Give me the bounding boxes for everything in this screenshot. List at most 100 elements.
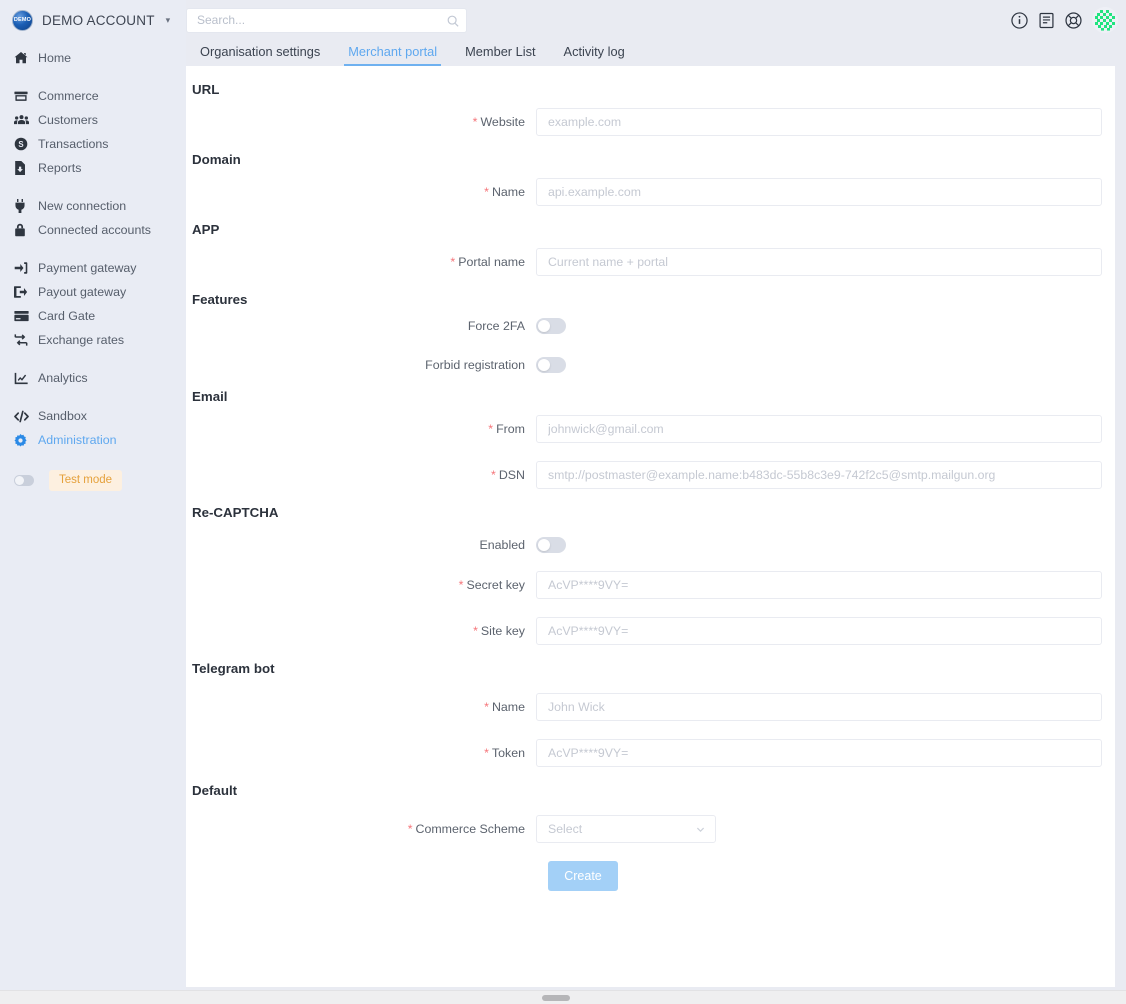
sidebar-item-label: Sandbox: [38, 409, 87, 423]
label-text: DSN: [498, 468, 525, 482]
sidebar-item-sandbox[interactable]: Sandbox: [0, 404, 186, 428]
info-icon[interactable]: [1011, 11, 1028, 29]
form-row-telegram-name: * Name: [192, 693, 1115, 721]
sidebar-item-payout-gateway[interactable]: Payout gateway: [0, 280, 186, 304]
sidebar-item-label: Administration: [38, 433, 117, 447]
nav-group-commerce: Commerce Customers S Transactions Report…: [0, 84, 186, 180]
users-icon: [14, 113, 38, 127]
label-text: Name: [491, 185, 525, 199]
merchant-portal-card: URL *Website Domain *Name: [186, 66, 1115, 987]
form-row-portal-name: * Portal name: [192, 248, 1115, 276]
sign-in-icon: [14, 261, 38, 275]
required-marker: *: [458, 578, 464, 592]
nav-group-main: Home: [0, 46, 186, 70]
commerce-scheme-value: Select: [548, 822, 583, 836]
sign-out-icon: [14, 285, 38, 299]
label-text: Name: [491, 700, 525, 714]
sidebar-item-reports[interactable]: Reports: [0, 156, 186, 180]
horizontal-scrollbar-thumb[interactable]: [542, 995, 570, 1001]
nav-group-analytics: Analytics: [0, 366, 186, 390]
required-marker: *: [484, 185, 489, 199]
label-commerce-scheme: * Commerce Scheme: [192, 822, 536, 836]
required-marker: *: [484, 746, 489, 760]
form-row-recaptcha-enabled: Enabled: [192, 537, 1115, 553]
test-mode-toggle[interactable]: [14, 475, 34, 486]
nav-group-connections: New connection Connected accounts: [0, 194, 186, 242]
email-dsn-input[interactable]: [536, 461, 1102, 489]
label-text: Commerce Scheme: [415, 822, 525, 836]
search-wrap: [186, 7, 467, 33]
sidebar-item-label: Analytics: [38, 371, 88, 385]
telegram-token-input[interactable]: [536, 739, 1102, 767]
form-row-secret-key: * Secret key: [192, 571, 1115, 599]
sidebar-item-connected-accounts[interactable]: Connected accounts: [0, 218, 186, 242]
nav-group-system: Sandbox Administration: [0, 404, 186, 452]
sidebar-item-label: Card Gate: [38, 309, 96, 323]
search-input[interactable]: [186, 7, 467, 33]
section-title-app: APP: [192, 222, 220, 237]
sidebar-item-administration[interactable]: Administration: [0, 428, 186, 452]
label-telegram-token: * Token: [192, 746, 536, 760]
app-root: DEMO DEMO ACCOUNT ▾ Home Commerce Custom…: [0, 0, 1126, 1004]
website-input[interactable]: [536, 108, 1102, 136]
sidebar-item-label: Home: [38, 51, 72, 65]
recaptcha-enabled-toggle[interactable]: [536, 537, 566, 553]
domain-name-input[interactable]: [536, 178, 1102, 206]
test-mode-row: Test mode: [0, 470, 186, 491]
force-2fa-toggle[interactable]: [536, 318, 566, 334]
sidebar-item-home[interactable]: Home: [0, 46, 186, 70]
avatar[interactable]: [1092, 7, 1118, 33]
account-switcher[interactable]: DEMO DEMO ACCOUNT ▾: [0, 0, 186, 40]
search-icon[interactable]: [447, 14, 459, 27]
commerce-scheme-select[interactable]: Select: [536, 815, 716, 843]
sidebar-item-commerce[interactable]: Commerce: [0, 84, 186, 108]
tab-activity-log[interactable]: Activity log: [550, 44, 639, 66]
tab-organisation-settings[interactable]: Organisation settings: [186, 44, 334, 66]
sidebar-item-label: Commerce: [38, 89, 99, 103]
lock-icon: [14, 223, 38, 237]
sidebar-item-label: Reports: [38, 161, 82, 175]
required-marker: *: [491, 468, 496, 482]
sidebar-item-card-gate[interactable]: Card Gate: [0, 304, 186, 328]
main-area: Organisation settings Merchant portal Me…: [186, 0, 1126, 1004]
required-marker: *: [484, 700, 489, 714]
merchant-portal-form: URL *Website Domain *Name: [186, 66, 1115, 891]
logo-text: DEMO: [13, 17, 32, 23]
test-mode-badge[interactable]: Test mode: [49, 470, 123, 491]
sidebar-item-payment-gateway[interactable]: Payment gateway: [0, 256, 186, 280]
telegram-name-input[interactable]: [536, 693, 1102, 721]
email-from-input[interactable]: [536, 415, 1102, 443]
form-row-website: * Website: [192, 108, 1115, 136]
support-icon[interactable]: [1065, 11, 1082, 29]
secret-key-input[interactable]: [536, 571, 1102, 599]
docs-icon[interactable]: [1038, 12, 1055, 29]
sidebar-item-new-connection[interactable]: New connection: [0, 194, 186, 218]
form-row-domain-name: * Name: [192, 178, 1115, 206]
site-key-input[interactable]: [536, 617, 1102, 645]
svg-text:S: S: [18, 140, 23, 149]
report-file-icon: [14, 161, 38, 175]
exchange-icon: [14, 333, 38, 347]
label-recaptcha-enabled: Enabled: [479, 538, 525, 552]
section-title-url: URL: [192, 82, 220, 97]
sidebar-item-customers[interactable]: Customers: [0, 108, 186, 132]
sidebar-item-analytics[interactable]: Analytics: [0, 366, 186, 390]
sidebar-item-exchange-rates[interactable]: Exchange rates: [0, 328, 186, 352]
label-website: * Website: [192, 115, 536, 129]
tab-merchant-portal[interactable]: Merchant portal: [334, 44, 451, 66]
nav-group-gateways: Payment gateway Payout gateway Card Gate: [0, 256, 186, 352]
label-text: Site key: [480, 624, 525, 638]
sidebar-item-label: Transactions: [38, 137, 109, 151]
sidebar-item-transactions[interactable]: S Transactions: [0, 132, 186, 156]
form-row-email-dsn: * DSN: [192, 461, 1115, 489]
create-button[interactable]: Create: [548, 861, 618, 891]
tab-member-list[interactable]: Member List: [451, 44, 549, 66]
label-telegram-name: * Name: [192, 700, 536, 714]
chevron-down-icon: ▾: [165, 14, 171, 25]
forbid-registration-toggle[interactable]: [536, 357, 566, 373]
horizontal-scrollbar[interactable]: [0, 990, 1126, 1004]
portal-name-input[interactable]: [536, 248, 1102, 276]
